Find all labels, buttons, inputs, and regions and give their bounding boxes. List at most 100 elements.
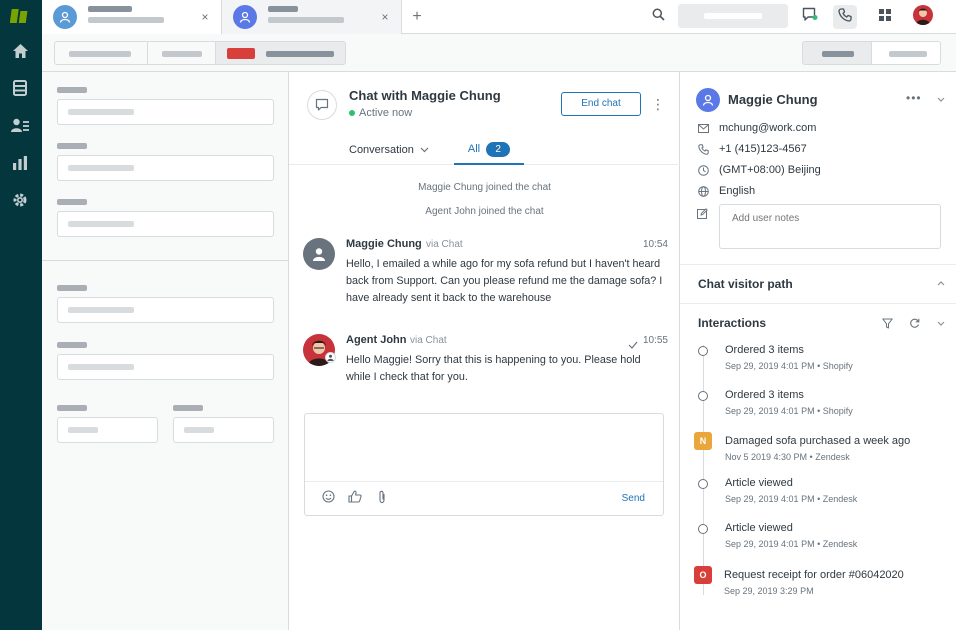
nav-reporting[interactable]: [9, 154, 31, 176]
property-field-5[interactable]: [57, 354, 274, 380]
customer-more-options-icon[interactable]: •••: [906, 91, 922, 105]
chevron-down-icon: [420, 147, 429, 153]
segment-placeholder: [69, 51, 131, 57]
property-field-7[interactable]: [173, 417, 274, 443]
interaction-meta: Sep 29, 2019 4:01 PM • Shopify: [725, 406, 853, 416]
message-channel: via Chat: [410, 335, 447, 346]
nav-settings[interactable]: [9, 191, 31, 213]
toolbar-segment-1[interactable]: [54, 41, 148, 65]
tab-title-placeholder: [88, 6, 132, 12]
message-input[interactable]: [305, 414, 663, 481]
interaction-meta: Sep 29, 2019 3:29 PM: [724, 586, 814, 596]
apps-grid-icon: [879, 8, 891, 26]
chat-message: Agent John via Chat 10:55 Hello Maggie! …: [303, 334, 668, 384]
chat-title: Chat with Maggie Chung: [349, 88, 501, 103]
end-chat-button[interactable]: End chat: [561, 92, 641, 116]
status-dot-icon: [349, 110, 355, 116]
search-button[interactable]: [646, 5, 670, 29]
property-field-6[interactable]: [57, 417, 158, 443]
customer-phone[interactable]: +1 (415)123-4567: [719, 143, 807, 155]
phone-icon: [838, 7, 852, 27]
chat-message: Maggie Chung via Chat 10:54 Hello, I ema…: [303, 238, 668, 308]
close-tab-1-icon[interactable]: ×: [197, 9, 213, 25]
order-event-icon: O: [694, 566, 712, 584]
customer-language-row: English: [697, 183, 755, 199]
interaction-meta: Nov 5 2019 4:30 PM • Zendesk: [725, 452, 850, 462]
segment-placeholder: [266, 51, 334, 57]
event-marker-icon: [698, 346, 708, 356]
toolbar-right-segment-2[interactable]: [871, 41, 941, 65]
nav-home[interactable]: [9, 42, 31, 64]
property-field-2[interactable]: [57, 155, 274, 181]
status-selector[interactable]: [678, 4, 788, 28]
interaction-meta: Sep 29, 2019 4:01 PM • Zendesk: [725, 494, 858, 504]
tab-all[interactable]: All 2: [454, 135, 524, 165]
apps-button[interactable]: [873, 5, 897, 29]
event-marker-icon: [698, 524, 708, 534]
toolbar-segment-2[interactable]: [147, 41, 216, 65]
segment-placeholder: [822, 51, 854, 57]
interaction-title: Request receipt for order #06042020: [724, 569, 904, 581]
nav-views[interactable]: [9, 79, 31, 101]
interaction-title: Article viewed: [725, 477, 793, 489]
message-text: Hello Maggie! Sorry that this is happeni…: [346, 354, 641, 383]
thumbs-up-icon: [348, 490, 362, 508]
interaction-title: Article viewed: [725, 522, 793, 534]
clock-icon: [697, 164, 709, 176]
interaction-item[interactable]: Ordered 3 items Sep 29, 2019 4:01 PM • S…: [694, 344, 944, 376]
refresh-icon[interactable]: [907, 316, 921, 330]
section-divider: [42, 260, 289, 261]
toolbar-right-segment-1[interactable]: [802, 41, 872, 65]
chat-status-text: Active now: [359, 107, 413, 119]
interaction-title: Ordered 3 items: [725, 344, 804, 356]
close-tab-2-icon[interactable]: ×: [377, 9, 393, 25]
message-composer: Send: [304, 413, 664, 516]
message-text: Hello, I emailed a while ago for my sofa…: [346, 258, 663, 304]
attach-button[interactable]: [373, 490, 391, 508]
views-icon: [13, 79, 27, 101]
property-field-3[interactable]: [57, 211, 274, 237]
field-placeholder: [68, 427, 98, 433]
interaction-item[interactable]: Article viewed Sep 29, 2019 4:01 PM • Ze…: [694, 522, 944, 554]
customer-avatar: [696, 88, 720, 112]
property-field-4[interactable]: [57, 297, 274, 323]
filter-icon[interactable]: [880, 316, 894, 330]
message-time: 10:54: [642, 239, 668, 250]
rate-button[interactable]: [346, 490, 364, 508]
field-placeholder: [68, 364, 134, 370]
chat-notifications-button[interactable]: [798, 5, 822, 29]
tab-conversation[interactable]: Conversation: [349, 135, 429, 165]
chat-more-options-icon[interactable]: ⋮: [649, 94, 667, 114]
zendesk-logo-icon[interactable]: [9, 7, 30, 25]
interaction-meta: Sep 29, 2019 4:01 PM • Shopify: [725, 361, 853, 371]
user-notes-input[interactable]: [719, 204, 941, 249]
customer-language: English: [719, 185, 756, 197]
interaction-meta: Sep 29, 2019 4:01 PM • Zendesk: [725, 539, 858, 549]
emoji-button[interactable]: [319, 490, 337, 508]
customer-email[interactable]: mchung@work.com: [719, 122, 816, 134]
interaction-item[interactable]: Ordered 3 items Sep 29, 2019 4:01 PM • S…: [694, 389, 944, 421]
field-placeholder: [68, 221, 134, 227]
voice-button[interactable]: [833, 5, 857, 29]
chevron-up-icon[interactable]: [934, 277, 948, 291]
message-author: Agent John: [346, 334, 407, 346]
current-user-avatar[interactable]: [913, 5, 933, 25]
property-field-1[interactable]: [57, 99, 274, 125]
chevron-down-icon[interactable]: [934, 92, 948, 106]
toolbar-segment-3[interactable]: [215, 41, 346, 65]
ticket-tab-1[interactable]: ×: [42, 0, 222, 34]
nav-customers[interactable]: [9, 117, 31, 139]
add-tab-button[interactable]: +: [408, 8, 426, 26]
tab-user-avatar: [233, 5, 257, 29]
message-channel: via Chat: [426, 239, 463, 250]
visitor-path-title[interactable]: Chat visitor path: [698, 277, 793, 291]
interaction-item[interactable]: Article viewed Sep 29, 2019 4:01 PM • Ze…: [694, 477, 944, 509]
chevron-down-icon[interactable]: [934, 316, 948, 330]
send-button[interactable]: Send: [622, 490, 645, 508]
interaction-item[interactable]: O Request receipt for order #06042020 Se…: [694, 566, 944, 601]
ticket-tab-2[interactable]: ×: [222, 0, 402, 34]
message-author: Maggie Chung: [346, 238, 422, 250]
tab-all-count-badge: 2: [486, 141, 511, 157]
interaction-item[interactable]: N Damaged sofa purchased a week ago Nov …: [694, 432, 944, 467]
chat-tabs: Conversation All 2: [289, 135, 680, 165]
